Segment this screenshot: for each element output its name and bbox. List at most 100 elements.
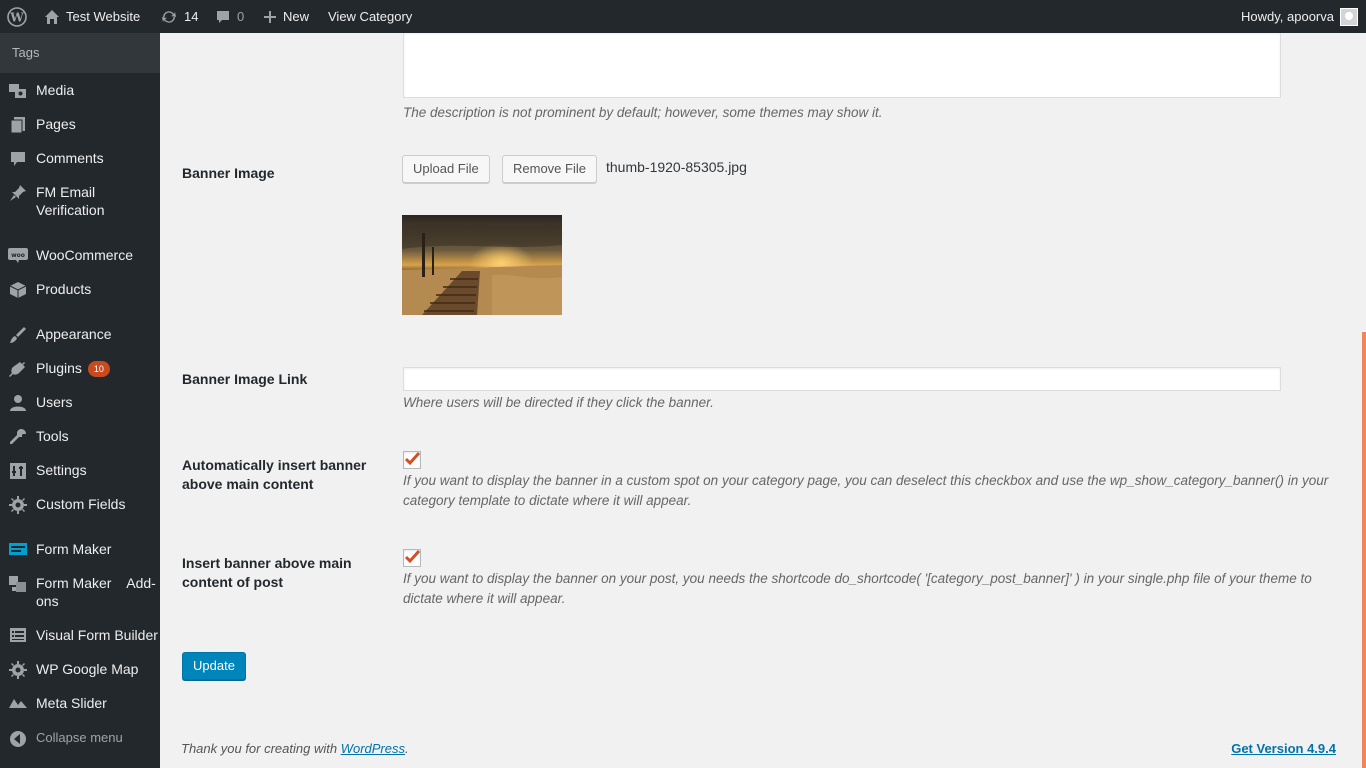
- sidebar-item-label: Form Maker: [36, 541, 112, 557]
- plugins-icon: [0, 359, 36, 378]
- avatar: [1340, 7, 1358, 26]
- sidebar-item-label: Users: [36, 394, 73, 410]
- settings-icon: [0, 461, 36, 480]
- admin-bar: W Test Website 14 0 New View Category Ho…: [0, 0, 1366, 33]
- collapse-icon: [0, 729, 36, 748]
- comments-link[interactable]: 0: [215, 0, 244, 33]
- form-maker-icon: [0, 540, 36, 557]
- auto-insert-label: Automatically insert banner above main c…: [182, 457, 367, 492]
- scrollbar-thumb[interactable]: [1362, 332, 1366, 768]
- footer-thanks-text: Thank you for creating with: [181, 741, 341, 756]
- my-account-link[interactable]: Howdy, apoorva: [1241, 0, 1358, 33]
- sidebar-item-label: Settings: [36, 462, 87, 478]
- sidebar-item-label: Meta Slider: [36, 695, 107, 711]
- sidebar-item-label: Appearance: [36, 326, 112, 342]
- description-help-text: The description is not prominent by defa…: [403, 105, 883, 120]
- description-textarea[interactable]: [403, 33, 1281, 98]
- sidebar-item-label: Products: [36, 281, 92, 297]
- products-icon: [0, 280, 36, 299]
- new-label: New: [283, 9, 310, 24]
- sidebar-item-label: WP Google Map: [36, 661, 139, 677]
- sidebar-item-label: Comments: [36, 150, 104, 166]
- users-icon: [0, 393, 36, 412]
- visual-form-builder-icon: [0, 626, 36, 643]
- sidebar-item-label: FM Email Verification: [36, 184, 105, 218]
- sidebar-item-label: Media: [36, 82, 75, 98]
- view-category-label: View Category: [328, 9, 413, 24]
- upload-file-button[interactable]: Upload File: [402, 155, 490, 183]
- home-icon: [45, 9, 59, 24]
- submenu-item-label: Tags: [12, 45, 40, 60]
- sidebar-item-form-maker[interactable]: Form Maker: [0, 540, 160, 558]
- collapse-menu-button[interactable]: Collapse menu: [0, 729, 160, 748]
- wordpress-link[interactable]: WordPress: [341, 741, 405, 756]
- footer-thanks-suffix: .: [405, 741, 409, 756]
- view-category-link[interactable]: View Category: [328, 0, 412, 33]
- post-insert-checkbox[interactable]: [403, 549, 421, 567]
- auto-insert-checkbox[interactable]: [403, 451, 421, 469]
- update-button[interactable]: Update: [182, 652, 246, 680]
- banner-image-link-input[interactable]: [403, 367, 1281, 391]
- sidebar-item-meta-slider[interactable]: Meta Slider: [0, 694, 160, 712]
- updates-link[interactable]: 14: [160, 0, 198, 33]
- sidebar-item-label: WooCommerce: [36, 247, 133, 263]
- tools-icon: [0, 427, 36, 446]
- form-maker-addons-icon: [0, 574, 36, 593]
- sidebar-item-label: Form Maker Add-ons: [36, 575, 156, 609]
- auto-insert-help-text: If you want to display the banner in a c…: [403, 473, 1329, 508]
- sidebar-item-tools[interactable]: Tools: [0, 427, 160, 446]
- updates-icon: [162, 10, 176, 23]
- comments-count: 0: [237, 9, 245, 24]
- banner-link-help-text: Where users will be directed if they cli…: [403, 395, 714, 410]
- footer-thanks: Thank you for creating with WordPress.: [181, 741, 409, 756]
- checkmark-icon: [404, 549, 421, 564]
- sidebar-item-media[interactable]: Media: [0, 81, 160, 100]
- sidebar-item-label: Custom Fields: [36, 496, 126, 512]
- admin-sidebar: Tags Media Pages Comments FM Email Verif…: [0, 33, 160, 768]
- sidebar-item-fm-email-verification[interactable]: FM Email Verification: [0, 183, 160, 219]
- new-content-link[interactable]: New: [263, 0, 309, 33]
- sidebar-item-custom-fields[interactable]: Custom Fields: [0, 495, 160, 514]
- appearance-icon: [0, 325, 36, 344]
- sidebar-item-comments[interactable]: Comments: [0, 149, 160, 168]
- updates-count: 14: [184, 9, 199, 24]
- sidebar-item-woocommerce[interactable]: woo WooCommerce: [0, 246, 160, 264]
- sidebar-item-label: Visual Form Builder: [36, 627, 158, 643]
- custom-fields-icon: [0, 495, 36, 514]
- banner-image-link-label: Banner Image Link: [182, 371, 308, 387]
- plugins-label: Plugins: [36, 360, 82, 376]
- sidebar-item-plugins[interactable]: Plugins 10: [0, 359, 160, 378]
- sidebar-item-settings[interactable]: Settings: [0, 461, 160, 480]
- sidebar-item-appearance[interactable]: Appearance: [0, 325, 160, 344]
- comment-icon: [217, 10, 229, 23]
- gear-icon: [0, 660, 36, 679]
- woocommerce-icon: woo: [0, 246, 36, 263]
- banner-image-preview: [402, 215, 562, 315]
- sidebar-item-form-maker-addons[interactable]: Form Maker Add-ons: [0, 574, 160, 610]
- comments-icon: [0, 149, 36, 168]
- plugins-update-badge: 10: [87, 361, 110, 378]
- howdy-text: Howdy, apoorva: [1241, 9, 1334, 24]
- media-icon: [0, 81, 36, 100]
- site-name: Test Website: [66, 9, 141, 24]
- sidebar-item-label: Plugins 10: [36, 359, 110, 378]
- svg-text:W: W: [9, 10, 24, 24]
- banner-filename: thumb-1920-85305.jpg: [606, 159, 747, 175]
- sidebar-item-wp-google-map[interactable]: WP Google Map: [0, 660, 160, 679]
- plus-icon: [264, 10, 276, 23]
- remove-file-button[interactable]: Remove File: [502, 155, 597, 183]
- svg-text:woo: woo: [11, 252, 25, 259]
- sidebar-item-pages[interactable]: Pages: [0, 115, 160, 134]
- sidebar-item-products[interactable]: Products: [0, 280, 160, 299]
- sidebar-item-label: Pages: [36, 116, 76, 132]
- wordpress-logo-icon[interactable]: W: [7, 0, 27, 33]
- pin-icon: [0, 183, 36, 202]
- banner-image-label: Banner Image: [182, 165, 275, 181]
- site-name-link[interactable]: Test Website: [44, 0, 140, 33]
- sidebar-item-visual-form-builder[interactable]: Visual Form Builder: [0, 626, 160, 644]
- sidebar-item-users[interactable]: Users: [0, 393, 160, 412]
- get-version-link[interactable]: Get Version 4.9.4: [1231, 741, 1336, 756]
- submenu-item-tags[interactable]: Tags: [0, 33, 160, 73]
- post-insert-label: Insert banner above main content of post: [182, 555, 352, 590]
- sidebar-item-label: Tools: [36, 428, 69, 444]
